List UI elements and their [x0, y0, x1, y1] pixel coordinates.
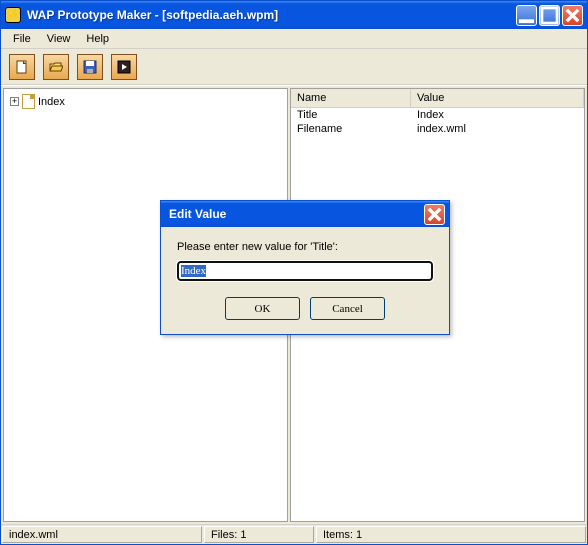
prop-name: Title [291, 108, 411, 122]
ok-button[interactable]: OK [225, 297, 300, 320]
close-button[interactable] [562, 5, 583, 26]
run-button[interactable] [111, 54, 137, 80]
prop-name: Filename [291, 122, 411, 136]
minimize-button[interactable] [516, 5, 537, 26]
titlebar: ⚡ WAP Prototype Maker - [softpedia.aeh.w… [1, 1, 587, 29]
dialog-titlebar: Edit Value [161, 201, 449, 227]
maximize-button[interactable] [539, 5, 560, 26]
properties-header: Name Value [291, 89, 584, 108]
value-input[interactable] [177, 261, 433, 281]
open-button[interactable] [43, 54, 69, 80]
status-items: Items: 1 [316, 526, 586, 543]
page-icon [22, 94, 35, 109]
menu-view[interactable]: View [39, 31, 79, 47]
tree-root-row[interactable]: + Index [8, 93, 283, 110]
column-header-value[interactable]: Value [411, 89, 584, 107]
tree-item-label: Index [38, 96, 65, 108]
table-row[interactable]: Title Index [291, 108, 584, 122]
cancel-button[interactable]: Cancel [310, 297, 385, 320]
table-row[interactable]: Filename index.wml [291, 122, 584, 136]
statusbar: index.wml Files: 1 Items: 1 [1, 524, 587, 544]
app-icon: ⚡ [5, 7, 21, 23]
window-title: WAP Prototype Maker - [softpedia.aeh.wpm… [27, 8, 516, 22]
status-files: Files: 1 [204, 526, 314, 543]
status-file: index.wml [2, 526, 202, 543]
expand-icon[interactable]: + [10, 97, 19, 106]
toolbar [1, 49, 587, 85]
menu-file[interactable]: File [5, 31, 39, 47]
edit-value-dialog: Edit Value Please enter new value for 'T… [160, 200, 450, 335]
prop-value: Index [411, 108, 584, 122]
dialog-prompt: Please enter new value for 'Title': [177, 241, 433, 253]
menubar: File View Help [1, 29, 587, 49]
save-button[interactable] [77, 54, 103, 80]
new-button[interactable] [9, 54, 35, 80]
dialog-close-button[interactable] [424, 204, 445, 225]
menu-help[interactable]: Help [78, 31, 117, 47]
dialog-title: Edit Value [165, 207, 424, 221]
column-header-name[interactable]: Name [291, 89, 411, 107]
prop-value: index.wml [411, 122, 584, 136]
